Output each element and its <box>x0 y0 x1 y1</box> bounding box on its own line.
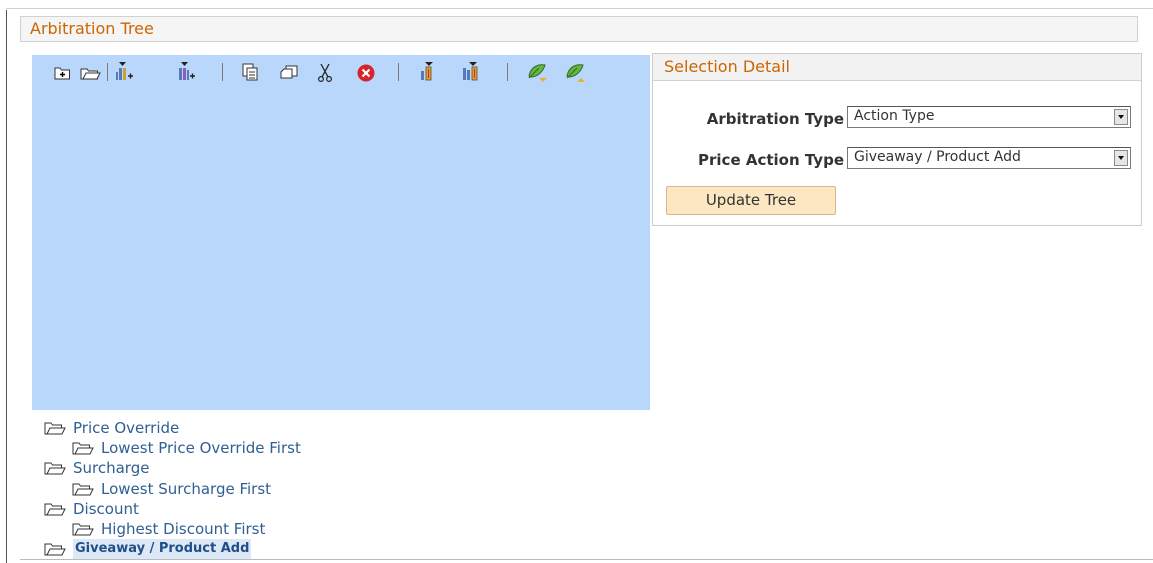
tree-node-label[interactable]: Lowest Price Override First <box>101 438 301 458</box>
insert-sibling-folder-icon[interactable] <box>53 60 71 86</box>
folder-open-icon <box>44 503 66 516</box>
cut-icon[interactable] <box>315 60 335 86</box>
folder-open-icon <box>44 543 66 556</box>
page-title-bar: Arbitration Tree <box>20 16 1138 42</box>
selection-detail-title: Selection Detail <box>664 57 790 76</box>
tree-view-panel <box>32 55 650 410</box>
paste-icon[interactable] <box>278 60 300 86</box>
tree-node[interactable]: Lowest Price Override First <box>72 438 301 458</box>
tree-node-label[interactable]: Lowest Surcharge First <box>101 479 271 499</box>
folder-open-icon <box>72 442 94 455</box>
tree-node[interactable]: Discount <box>44 499 139 519</box>
folder-open-icon <box>72 523 94 536</box>
price-action-type-select[interactable]: Giveaway / Product Add <box>847 147 1131 169</box>
selection-detail-panel: Selection Detail Arbitration Type Action… <box>652 53 1142 226</box>
move-up-icon[interactable] <box>417 60 439 86</box>
expand-leaf-icon[interactable] <box>525 60 549 86</box>
collapse-leaf-icon[interactable] <box>563 60 587 86</box>
tree-node-label[interactable]: Price Override <box>73 418 179 438</box>
tree-node-label[interactable]: Discount <box>73 499 139 519</box>
arbitration-type-label: Arbitration Type <box>706 110 844 128</box>
delete-icon[interactable] <box>355 60 377 86</box>
tree-node-label[interactable]: Surcharge <box>73 458 149 478</box>
insert-child-node-icon[interactable] <box>175 60 197 86</box>
copy-icon[interactable] <box>240 60 260 86</box>
price-action-type-label: Price Action Type <box>698 151 844 169</box>
tree-node[interactable]: Surcharge <box>44 458 149 478</box>
update-tree-button[interactable]: Update Tree <box>666 186 836 215</box>
folder-open-icon <box>72 483 94 496</box>
top-rule <box>6 8 1153 9</box>
tree-node[interactable]: Price Override <box>44 418 179 438</box>
bottom-rule <box>20 559 1153 560</box>
move-down-icon[interactable] <box>460 60 484 86</box>
selection-detail-header: Selection Detail <box>653 54 1141 81</box>
tree-node[interactable]: Highest Discount First <box>72 519 265 539</box>
chevron-down-icon[interactable] <box>1114 109 1128 125</box>
left-rule <box>6 10 7 563</box>
price-action-type-value: Giveaway / Product Add <box>854 149 1021 165</box>
tree-node-label[interactable]: Giveaway / Product Add <box>73 539 252 559</box>
chevron-down-icon[interactable] <box>1114 150 1128 166</box>
tree-node[interactable]: Lowest Surcharge First <box>72 479 271 499</box>
page-title: Arbitration Tree <box>30 19 154 38</box>
tree-node-label[interactable]: Highest Discount First <box>101 519 265 539</box>
tree-node-selected[interactable]: Giveaway / Product Add <box>44 539 252 559</box>
folder-open-icon <box>44 422 66 435</box>
insert-sibling-node-icon[interactable] <box>113 60 135 86</box>
arbitration-type-select[interactable]: Action Type <box>847 106 1131 128</box>
folder-open-icon <box>44 462 66 475</box>
insert-child-folder-icon[interactable] <box>79 60 101 86</box>
arbitration-type-value: Action Type <box>854 108 935 124</box>
